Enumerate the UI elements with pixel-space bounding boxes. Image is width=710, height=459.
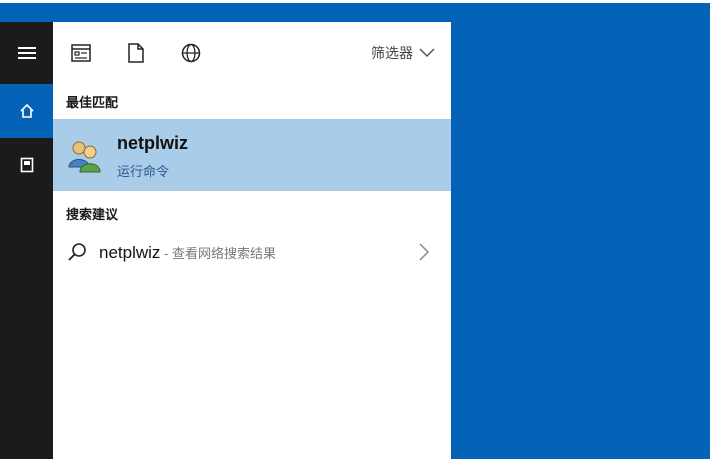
documents-filter-button[interactable] — [125, 42, 147, 64]
start-rail — [0, 22, 53, 459]
user-documents-icon — [20, 157, 33, 173]
best-match-title: netplwiz — [117, 133, 188, 153]
user-documents-button[interactable] — [0, 138, 53, 192]
filter-toolbar: 筛选器 — [53, 22, 451, 86]
filter-label: 筛选器 — [371, 45, 413, 61]
suggestion-item[interactable]: netplwiz - 查看网络搜索结果 — [53, 231, 451, 273]
hamburger-menu-icon — [17, 47, 36, 59]
suggestion-query: netplwiz — [99, 243, 161, 262]
search-panel: 筛选器 最佳匹配 netplwiz 运行命令 搜索建议 netplwiz - 查… — [53, 22, 451, 459]
home-button[interactable] — [0, 84, 53, 138]
users-icon — [68, 141, 101, 173]
web-globe-icon — [181, 43, 201, 63]
home-icon — [19, 103, 34, 118]
top-edge — [0, 0, 710, 3]
search-icon — [68, 243, 86, 261]
apps-icon — [71, 44, 91, 62]
filter-dropdown[interactable]: 筛选器 — [371, 42, 435, 64]
search-suggestions-heading: 搜索建议 — [66, 207, 119, 222]
web-filter-button[interactable] — [180, 42, 202, 64]
chevron-right-icon[interactable] — [417, 241, 431, 263]
hamburger-menu-button[interactable] — [0, 26, 53, 80]
best-match-subtitle: 运行命令 — [117, 164, 170, 179]
chevron-down-icon — [419, 48, 435, 58]
document-icon — [128, 43, 144, 63]
apps-filter-button[interactable] — [70, 42, 92, 64]
suggestion-text: netplwiz - 查看网络搜索结果 — [99, 243, 276, 263]
best-match-result[interactable]: netplwiz 运行命令 — [53, 119, 451, 191]
best-match-heading: 最佳匹配 — [66, 95, 119, 110]
suggestion-suffix: - 查看网络搜索结果 — [160, 246, 276, 261]
